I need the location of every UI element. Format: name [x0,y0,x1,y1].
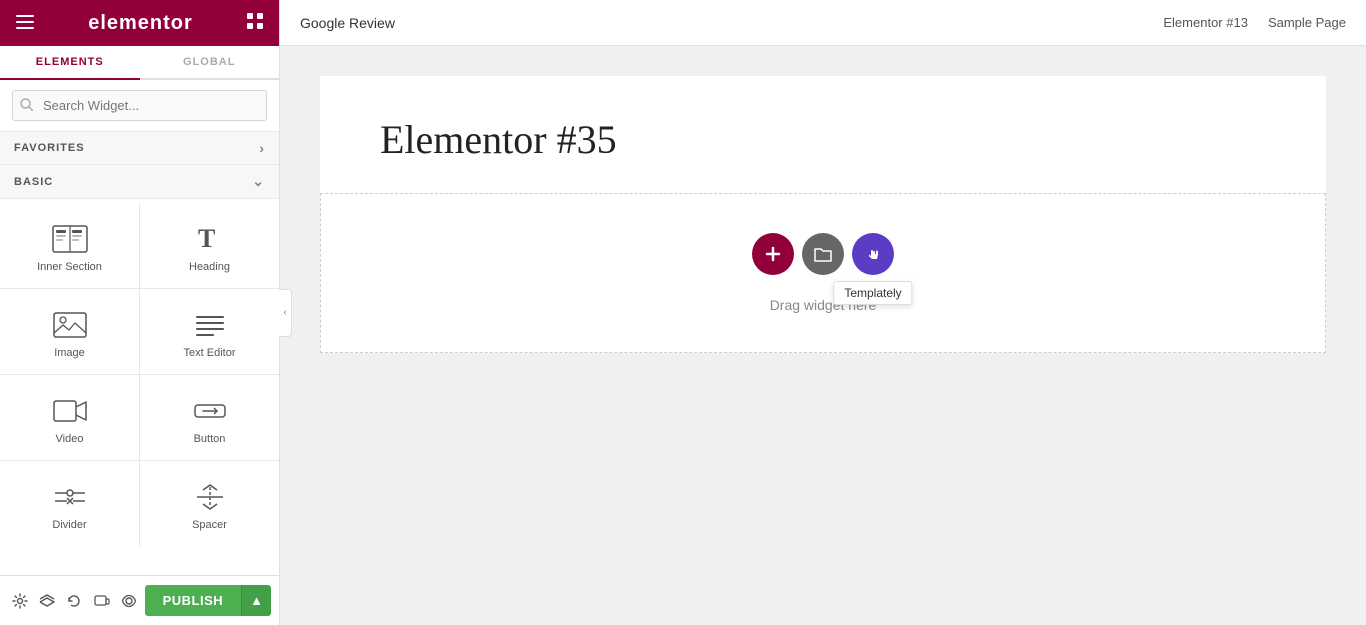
widget-heading[interactable]: T Heading [140,203,279,288]
app-logo: elementor [88,12,193,35]
hamburger-icon[interactable] [16,13,34,34]
top-bar-links: Elementor #13 Sample Page [1163,15,1346,30]
divider-icon [53,483,87,511]
image-icon [53,311,87,339]
tab-elements[interactable]: ELEMENTS [0,46,140,80]
top-bar: Google Review Elementor #13 Sample Page [280,0,1366,46]
canvas-area: Elementor #35 [280,46,1366,625]
widget-video-label: Video [56,433,84,445]
responsive-icon-btn[interactable] [90,585,113,617]
widget-spacer[interactable]: Spacer [140,461,279,546]
collapse-handle[interactable]: ‹ [279,289,292,337]
button-icon [193,397,227,425]
widgets-grid: Inner Section T Heading [0,203,279,546]
heading-icon: T [194,225,226,253]
widget-inner-section[interactable]: Inner Section [0,203,139,288]
elementor-13-link[interactable]: Elementor #13 [1163,15,1248,30]
widget-button-label: Button [194,433,226,445]
sidebar-footer: PUBLISH ▲ [0,575,279,625]
tab-global[interactable]: GLOBAL [140,46,280,78]
page-title-block: Elementor #35 [320,76,1326,193]
favorites-section-header[interactable]: FAVORITES › [0,132,279,165]
favorites-label: FAVORITES [14,142,85,154]
grid-icon[interactable] [247,13,263,34]
widget-image-label: Image [54,347,85,359]
layers-icon-btn[interactable] [35,585,58,617]
publish-btn-wrapper: PUBLISH ▲ [145,585,271,616]
search-icon [20,98,33,114]
sample-page-link[interactable]: Sample Page [1268,15,1346,30]
templately-tooltip: Templately [833,281,912,305]
page-title: Elementor #35 [380,116,1266,163]
widget-text-editor-label: Text Editor [184,347,236,359]
favorites-chevron-icon: › [259,140,265,156]
sidebar: elementor ELEMENTS GLOBAL F [0,0,280,625]
search-input[interactable] [12,90,267,121]
widgets-container: Inner Section T Heading [0,199,279,575]
drop-zone[interactable]: Templately Drag widget here [320,193,1326,353]
preview-icon-btn[interactable] [117,585,140,617]
history-icon-btn[interactable] [63,585,86,617]
folder-button[interactable] [802,233,844,275]
widget-divider[interactable]: Divider [0,461,139,546]
widget-spacer-label: Spacer [192,519,227,531]
templately-button[interactable]: Templately [852,233,894,275]
main-area: Google Review Elementor #13 Sample Page … [280,0,1366,625]
basic-label: BASIC [14,176,53,188]
add-section-button[interactable] [752,233,794,275]
sidebar-tabs: ELEMENTS GLOBAL [0,46,279,80]
text-editor-icon [193,311,227,339]
video-icon [53,397,87,425]
widget-text-editor[interactable]: Text Editor [140,289,279,374]
sidebar-header: elementor [0,0,279,46]
widget-video[interactable]: Video [0,375,139,460]
svg-text:T: T [198,225,215,253]
page-name: Google Review [300,15,395,31]
drop-zone-actions: Templately [752,233,894,275]
widget-divider-label: Divider [52,519,86,531]
widget-heading-label: Heading [189,261,230,273]
widget-inner-section-label: Inner Section [37,261,102,273]
basic-section-header[interactable]: BASIC ⌄ [0,165,279,199]
search-box [0,80,279,132]
publish-button[interactable]: PUBLISH [145,585,242,616]
inner-section-icon [52,225,88,253]
widget-button[interactable]: Button [140,375,279,460]
settings-icon-btn[interactable] [8,585,31,617]
basic-chevron-icon: ⌄ [252,173,265,190]
publish-arrow-button[interactable]: ▲ [241,585,271,616]
widget-image[interactable]: Image [0,289,139,374]
spacer-icon [193,483,227,511]
